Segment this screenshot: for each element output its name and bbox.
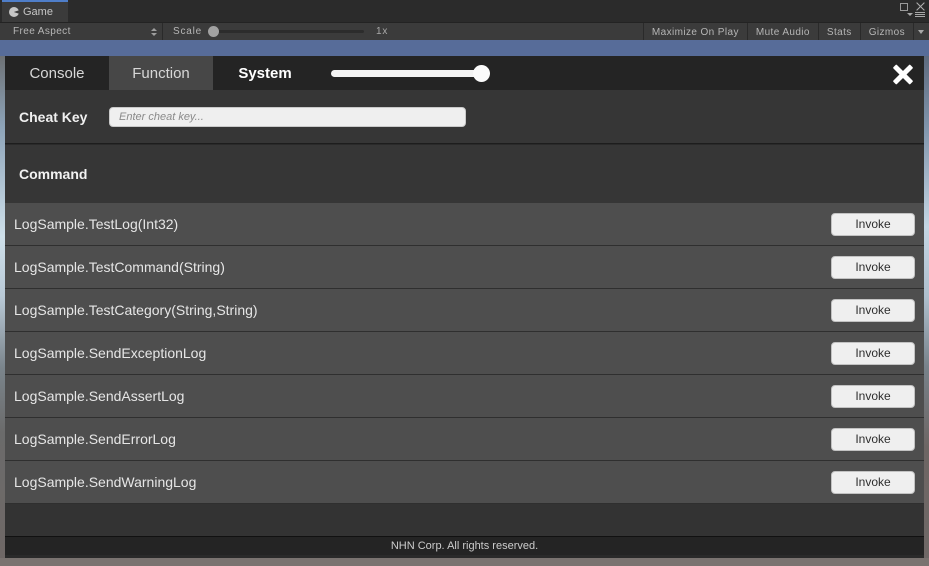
command-name: LogSample.SendExceptionLog [14,345,207,361]
table-row: LogSample.TestLog(Int32) Invoke [5,203,924,246]
restore-window-icon[interactable] [900,3,908,11]
close-window-icon[interactable] [915,2,925,12]
table-row: LogSample.SendAssertLog Invoke [5,375,924,418]
invoke-button[interactable]: Invoke [831,212,915,236]
game-view-toolbar: Free Aspect Scale 1x Maximize On Play Mu… [0,22,929,41]
aspect-ratio-value: Free Aspect [13,26,71,37]
gizmos-button[interactable]: Gizmos [859,23,913,41]
game-view-top-accent-bar [0,40,929,56]
footer-spacer [5,511,924,536]
game-view-tab[interactable]: Game [2,0,68,22]
tab-console[interactable]: Console [5,56,109,90]
invoke-button[interactable]: Invoke [831,470,915,494]
scale-slider-handle[interactable] [208,26,220,37]
window-menu-icon[interactable] [907,12,925,17]
updown-arrows-icon [151,27,157,36]
opacity-slider-handle[interactable] [473,65,490,82]
scale-control: Scale 1x [173,26,388,37]
command-name: LogSample.SendErrorLog [14,431,176,447]
gizmos-dropdown-button[interactable] [913,23,929,41]
invoke-button[interactable]: Invoke [831,341,915,365]
cheat-key-row: Cheat Key [5,90,924,144]
invoke-button[interactable]: Invoke [831,384,915,408]
right-scrollbar[interactable] [924,56,929,558]
command-name: LogSample.TestCategory(String,String) [14,302,258,318]
stats-button[interactable]: Stats [817,23,860,41]
unity-editor-window: Game Free Aspect Scale 1x Maximize On Pl… [0,0,929,566]
chevron-down-icon [918,30,924,34]
menu-lines-icon [915,12,925,17]
invoke-button[interactable]: Invoke [831,427,915,451]
command-section-header: Command [5,145,924,203]
command-list: LogSample.TestLog(Int32) Invoke LogSampl… [5,203,924,511]
opacity-slider[interactable] [331,65,490,82]
command-name: LogSample.TestCommand(String) [14,259,225,275]
table-row: LogSample.SendWarningLog Invoke [5,461,924,504]
debug-panel-tabbar: Console Function System [5,56,924,90]
aspect-ratio-dropdown[interactable]: Free Aspect [5,23,163,40]
cheat-key-label: Cheat Key [19,108,88,125]
invoke-button[interactable]: Invoke [831,298,915,322]
cheat-key-input[interactable] [109,106,466,127]
window-bottom-strip [0,558,929,566]
table-row: LogSample.TestCommand(String) Invoke [5,246,924,289]
table-row: LogSample.TestCategory(String,String) In… [5,289,924,332]
editor-tabstrip: Game [0,0,929,22]
command-name: LogSample.SendWarningLog [14,474,197,490]
tab-system[interactable]: System [213,56,317,90]
invoke-button[interactable]: Invoke [831,255,915,279]
game-view-content: Console Function System Cheat Key Comman… [0,56,929,558]
scale-label: Scale [173,26,203,37]
command-name: LogSample.SendAssertLog [14,388,185,404]
scale-value: 1x [376,26,389,37]
table-row: LogSample.SendErrorLog Invoke [5,418,924,461]
mute-audio-button[interactable]: Mute Audio [746,23,818,41]
chevron-down-icon [907,13,913,16]
left-scrollbar[interactable] [0,56,5,558]
tab-function[interactable]: Function [109,56,213,90]
maximize-on-play-button[interactable]: Maximize On Play [642,23,747,41]
game-view-tab-label: Game [23,6,53,18]
command-header-label: Command [19,166,88,182]
copyright-footer: NHN Corp. All rights reserved. [5,536,924,555]
scale-slider[interactable] [208,26,365,37]
toolbar-right-buttons: Maximize On Play Mute Audio Stats Gizmos [642,23,929,41]
close-icon[interactable] [892,63,914,85]
opacity-slider-track [331,70,489,77]
unity-game-view-icon [9,7,19,17]
table-row: LogSample.SendExceptionLog Invoke [5,332,924,375]
command-name: LogSample.TestLog(Int32) [14,216,179,232]
window-controls [900,2,925,12]
